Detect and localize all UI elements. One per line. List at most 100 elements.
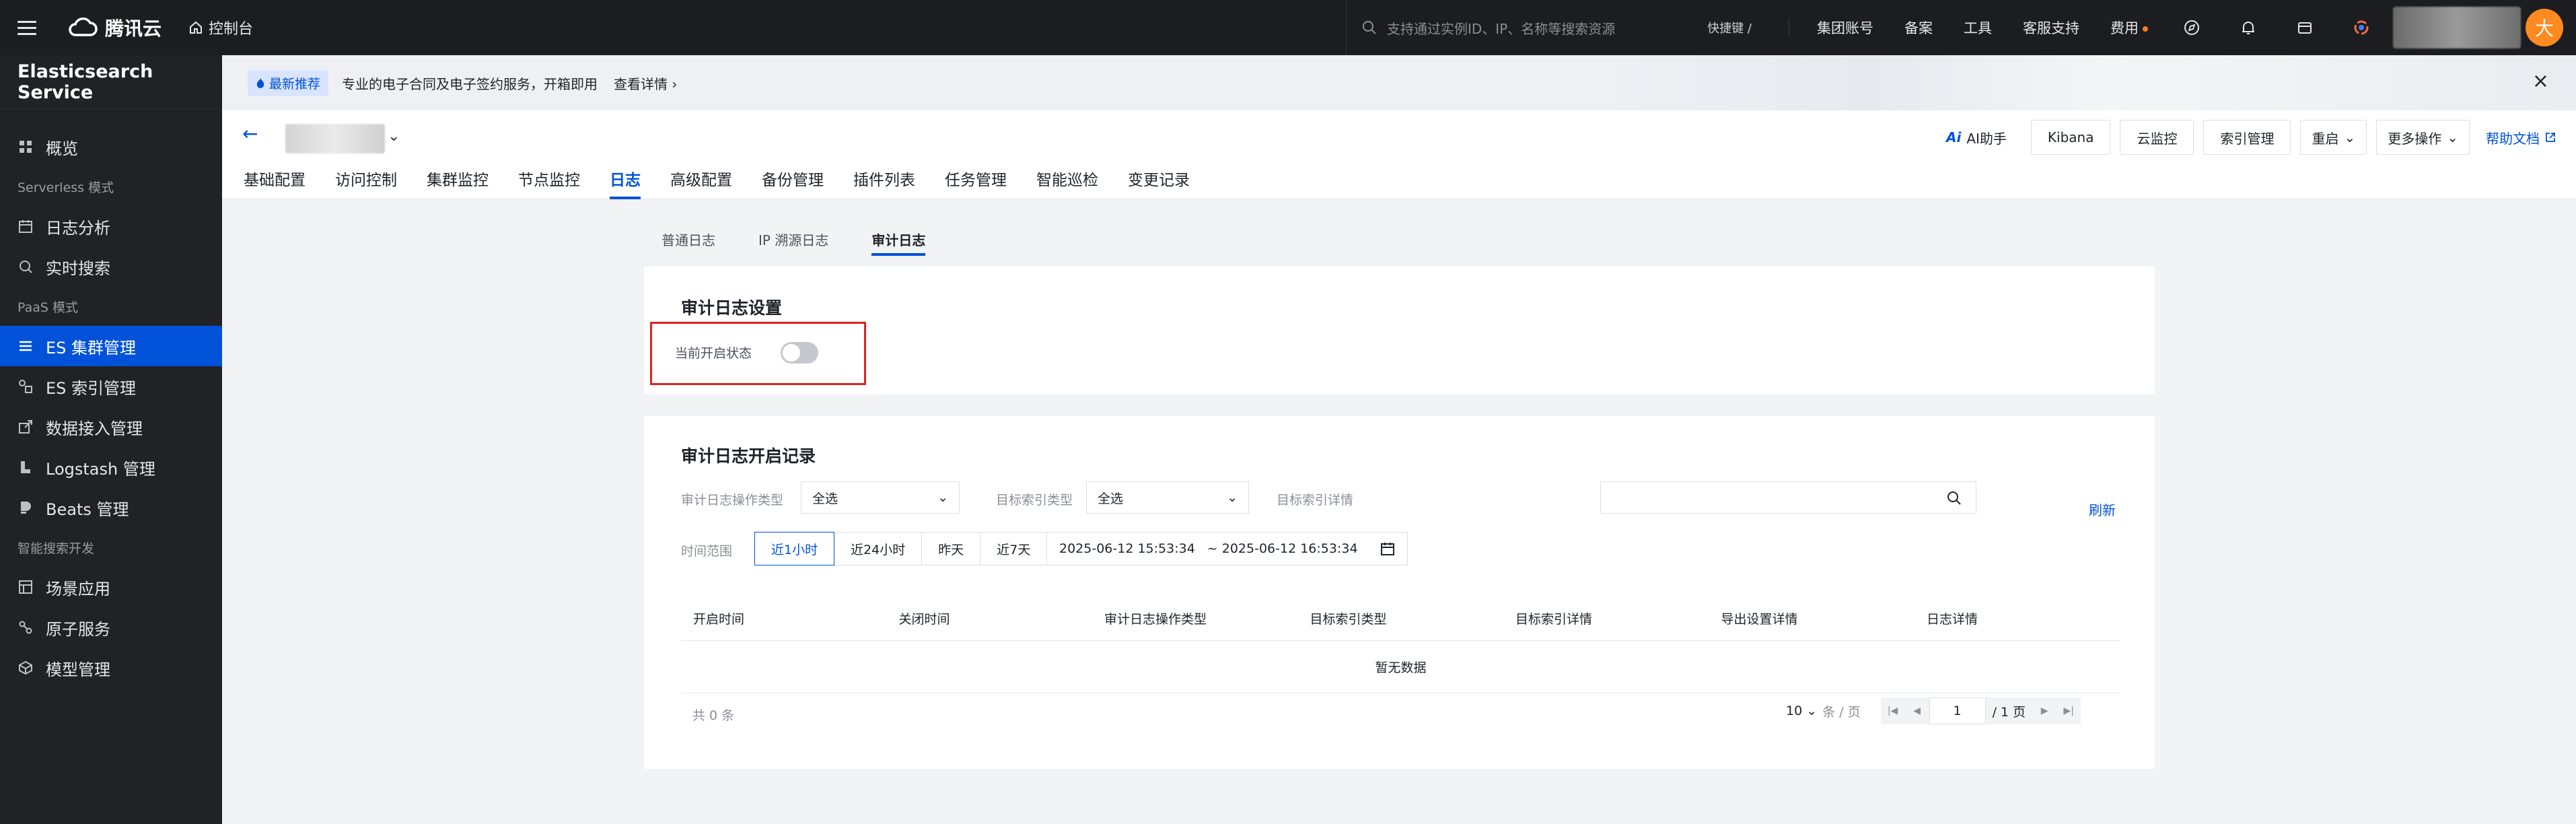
range-24h[interactable]: 近24小时	[834, 532, 923, 565]
refresh-link[interactable]: 刷新	[2089, 500, 2116, 519]
tab-basic-config[interactable]: 基础配置	[244, 158, 306, 199]
tab-advanced-config[interactable]: 高级配置	[670, 158, 732, 199]
brand-logo[interactable]: 腾讯云	[67, 14, 162, 41]
sidebar-item-es-cluster[interactable]: ES 集群管理	[0, 326, 222, 366]
close-icon[interactable]: ×	[2532, 71, 2549, 92]
sidebar-item-model[interactable]: 模型管理	[0, 648, 222, 688]
page-input[interactable]: 1	[1929, 697, 1986, 724]
tab-plugins[interactable]: 插件列表	[853, 158, 915, 199]
sidebar-item-beats[interactable]: Beats 管理	[0, 487, 222, 528]
tab-access-control[interactable]: 访问控制	[335, 158, 397, 199]
atom-icon	[17, 619, 34, 636]
banner-text: 专业的电子合同及电子签约服务，开箱即用	[342, 75, 598, 92]
user-account-blurred[interactable]	[2393, 7, 2521, 48]
col-target-type: 目标索引类型	[1310, 612, 1387, 627]
help-doc-label: 帮助文档	[2486, 130, 2540, 147]
page-size-value: 10	[1786, 703, 1803, 718]
menu-icon[interactable]	[0, 0, 54, 55]
kibana-button[interactable]: Kibana	[2030, 120, 2111, 155]
restart-dropdown[interactable]: 重启 ⌄	[2300, 120, 2367, 155]
home-icon	[190, 21, 203, 34]
target-type-select[interactable]: 全选 ⌄	[1086, 481, 1249, 514]
subtab-ip-trace-log[interactable]: IP 溯源日志	[758, 222, 828, 256]
sidebar-item-label: 场景应用	[46, 579, 110, 598]
tab-logs[interactable]: 日志	[610, 158, 641, 199]
sidebar-item-es-index[interactable]: ES 索引管理	[0, 366, 222, 407]
instance-name-blurred[interactable]	[285, 124, 385, 153]
nav-filing[interactable]: 备案	[1904, 18, 1933, 38]
sidebar: Elasticsearch Service 概览 Serverless 模式 日…	[0, 55, 222, 824]
nav-billing[interactable]: 费用	[2110, 18, 2148, 38]
back-arrow-icon[interactable]: ←	[242, 123, 258, 145]
console-link[interactable]: 控制台	[188, 17, 253, 38]
help-doc-link[interactable]: 帮助文档	[2486, 128, 2556, 147]
op-type-value: 全选	[812, 491, 838, 506]
col-close-time: 关闭时间	[898, 612, 950, 627]
sidebar-item-data-ingest[interactable]: 数据接入管理	[0, 407, 222, 447]
layout-icon	[17, 579, 34, 595]
last-page-icon[interactable]: ▶|	[2056, 697, 2081, 724]
range-yesterday[interactable]: 昨天	[921, 532, 981, 565]
tab-inspection[interactable]: 智能巡检	[1036, 158, 1098, 199]
search-icon[interactable]	[1946, 490, 1962, 506]
prev-page-icon[interactable]: ◀	[1905, 697, 1929, 724]
sidebar-group-smart: 智能搜索开发	[17, 541, 95, 556]
colorful-app-icon[interactable]	[2351, 18, 2371, 38]
instance-tabs: 基础配置 访问控制 集群监控 节点监控 日志 高级配置 备份管理 插件列表 任务…	[222, 158, 1198, 199]
nav-support[interactable]: 客服支持	[2023, 18, 2079, 38]
tab-cluster-monitor[interactable]: 集群监控	[427, 158, 489, 199]
nav-tools[interactable]: 工具	[1964, 18, 1992, 38]
sidebar-item-logstash[interactable]: Logstash 管理	[0, 447, 222, 487]
index-manage-button[interactable]: 索引管理	[2203, 120, 2291, 155]
wallet-icon[interactable]	[2295, 18, 2315, 38]
range-7d[interactable]: 近7天	[980, 532, 1048, 565]
sidebar-item-realtime-search[interactable]: 实时搜索	[0, 246, 222, 287]
sidebar-item-label: 原子服务	[46, 619, 110, 639]
cloud-monitor-button[interactable]: 云监控	[2120, 120, 2194, 155]
subtab-audit-log[interactable]: 审计日志	[871, 222, 926, 256]
brand-name: 腾讯云	[105, 18, 162, 40]
log-subtabs: 普通日志 IP 溯源日志 审计日志	[661, 222, 968, 256]
target-detail-label: 目标索引详情	[1277, 493, 1354, 508]
tab-backup[interactable]: 备份管理	[762, 158, 824, 199]
more-ops-dropdown[interactable]: 更多操作 ⌄	[2376, 120, 2470, 155]
subtab-normal-log[interactable]: 普通日志	[661, 222, 715, 256]
promo-banner: 最新推荐 专业的电子合同及电子签约服务，开箱即用 查看详情 › ×	[222, 55, 2576, 110]
page-size-select[interactable]: 10 ⌄	[1786, 703, 1817, 718]
target-type-label: 目标索引类型	[996, 493, 1073, 508]
tab-node-monitor[interactable]: 节点监控	[518, 158, 580, 199]
target-detail-input[interactable]	[1600, 481, 1976, 514]
first-page-icon[interactable]: |◀	[1881, 697, 1905, 724]
chevron-down-icon[interactable]: ⌄	[388, 128, 400, 145]
tab-change-records[interactable]: 变更记录	[1128, 158, 1190, 199]
audit-toggle[interactable]	[781, 342, 818, 364]
beats-icon	[17, 500, 34, 516]
banner-more-link[interactable]: 查看详情 ›	[614, 73, 677, 93]
sidebar-item-log-analysis[interactable]: 日志分析	[0, 206, 222, 246]
banner-tag-label: 最新推荐	[269, 76, 321, 92]
shortcut-hint: 快捷键 /	[1707, 22, 1752, 36]
audit-records-card: 审计日志开启记录 审计日志操作类型 全选 ⌄ 目标索引类型 全选 ⌄ 目标索引详…	[644, 416, 2155, 769]
bell-icon[interactable]	[2238, 18, 2258, 38]
compass-icon[interactable]	[2182, 18, 2202, 38]
ai-helper-button[interactable]: Ai AI助手	[1946, 128, 2007, 147]
logstash-icon	[17, 459, 34, 475]
date-range-picker[interactable]: 2025-06-12 15:53:34 ~ 2025-06-12 16:53:3…	[1046, 532, 1408, 565]
chevron-down-icon: ⌄	[2447, 129, 2458, 145]
sidebar-item-atomic[interactable]: 原子服务	[0, 607, 222, 648]
nav-group-account[interactable]: 集团账号	[1817, 18, 1873, 38]
range-1h[interactable]: 近1小时	[754, 532, 835, 565]
sidebar-item-label: 日志分析	[46, 218, 110, 238]
avatar[interactable]: 大	[2526, 9, 2563, 46]
main-content: 最新推荐 专业的电子合同及电子签约服务，开箱即用 查看详情 › × ← ⌄ Ai…	[222, 55, 2576, 824]
global-search-input[interactable]: 支持通过实例ID、IP、名称等搜索资源	[1346, 0, 1682, 55]
tab-tasks[interactable]: 任务管理	[945, 158, 1007, 199]
calendar-icon	[17, 218, 34, 234]
next-page-icon[interactable]: ▶	[2032, 697, 2056, 724]
op-type-select[interactable]: 全选 ⌄	[801, 481, 960, 514]
cube-icon	[17, 660, 34, 676]
sidebar-item-overview[interactable]: 概览	[0, 127, 222, 167]
chevron-down-icon: ⌄	[1806, 703, 1818, 718]
sidebar-item-scenario[interactable]: 场景应用	[0, 567, 222, 607]
col-log-detail: 日志详情	[1927, 612, 1978, 627]
